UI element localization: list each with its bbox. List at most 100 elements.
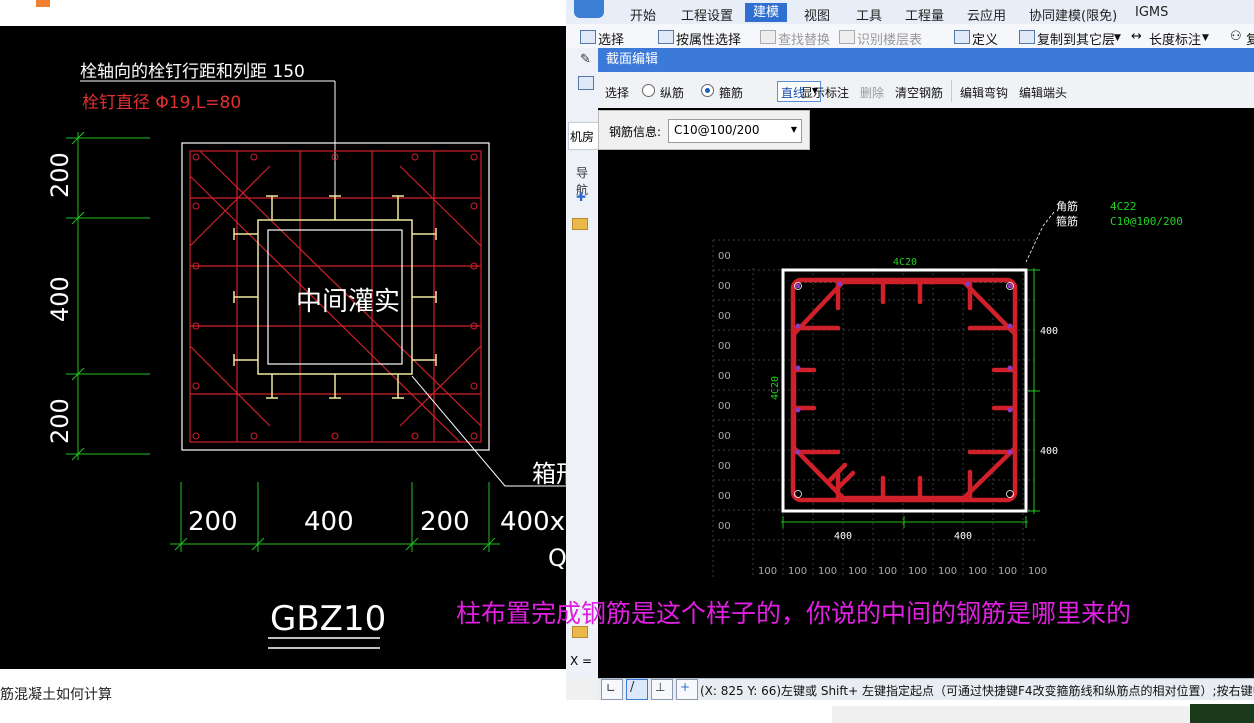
dim-left-mid: 400 [46,276,74,322]
grid-left-label: 00 [718,251,731,262]
stirrup-label[interactable]: 箍筋 [719,84,743,101]
dim-bottom-right: 400 [954,531,972,542]
chevron-down-icon: ▼ [790,125,797,134]
rebar-info-value: C10@100/200 [674,123,760,137]
find-replace-icon [760,30,776,44]
dashed-grid [712,239,1038,578]
section-canvas-svg[interactable]: 角筋 4C22 箍筋 C10@100/200 00 00 00 00 00 00… [598,108,1254,678]
legend-stirrup-value: C10@100/200 [1110,215,1183,228]
identify-floor-icon [839,30,855,44]
stirrup-radio[interactable] [701,84,714,97]
select-by-property-button[interactable]: 按属性选择 [676,29,741,48]
legend-corner-label: 角筋 [1056,199,1078,213]
tab-view[interactable]: 视图 [804,5,830,24]
more-icon[interactable]: ⚇ [1230,29,1242,44]
pen-icon[interactable]: ✎ [580,52,591,67]
grid-bottom-label: 100 [938,566,957,577]
legend-corner-value: 4C22 [1110,200,1137,213]
find-replace-button[interactable]: 查找替换 [778,29,830,48]
copy-to-other-layer-button[interactable]: 复制到其它层 [1037,29,1115,48]
dim-bottom-mid: 400 [304,507,354,537]
status-text: (X: 825 Y: 66)左键或 Shift+ 左键指定起点（可通过快捷键F4… [700,684,1254,698]
length-dim-icon: ↔ [1131,29,1142,44]
grid-bottom-label: 100 [998,566,1017,577]
note-spacing: 栓轴向的栓钉行距和列距 150 [80,62,305,82]
coord-x-label: X = [570,654,593,668]
show-dim-button[interactable]: 显示标注 [801,84,849,101]
left-rebar-label: 4C20 [770,376,781,400]
grid-bottom-label: 100 [788,566,807,577]
tab-igms[interactable]: IGMS [1135,5,1168,20]
longitudinal-label[interactable]: 纵筋 [660,84,684,101]
grid-bottom-label: 100 [968,566,987,577]
define-button[interactable]: 定义 [972,29,998,48]
dim-bottom-left: 200 [188,507,238,537]
dim-right-top: 400 [1040,326,1058,337]
rebar-points [795,281,1013,455]
overlay-annotation: 柱布置完成钢筋是这个样子的，你说的中间的钢筋是哪里来的 [456,599,1132,628]
grid-bottom-labels: 100 100 100 100 100 100 100 100 100 100 [758,566,1047,577]
dim-left-top: 200 [46,152,74,198]
tab-start[interactable]: 开始 [630,5,656,24]
tab-cloud[interactable]: 云应用 [967,5,1006,24]
grid-left-label: 00 [718,461,731,472]
tab-modeling[interactable]: 建模 [745,3,788,22]
app-logo-icon[interactable] [574,0,604,18]
delete-button[interactable]: 删除 [860,84,884,101]
define-icon [954,30,970,44]
select-icon [580,30,596,44]
rebar-info-label: 钢筋信息: [609,125,662,139]
top-rebar-label: 4C20 [893,257,917,268]
dialog-title: 截面编辑 [606,52,659,67]
grid-left-label: 00 [718,341,731,352]
bottom-caption[interactable]: 筋混凝土如何计算 [0,684,112,704]
dim-left-bottom: 200 [46,398,74,444]
badge-icon [36,0,50,7]
page-top-strip [0,0,566,26]
corner-thumbnail [1190,704,1254,723]
copy-dropdown-arrow-icon[interactable]: ▼ [1114,33,1121,43]
note-diameter: 栓钉直径 Φ19,L=80 [82,93,241,113]
right-cut-text-2: 400x4 [500,507,566,537]
clear-rebar-button[interactable]: 清空钢筋 [895,84,943,101]
folder-icon[interactable] [572,218,588,230]
left-dimension-lines [66,131,150,461]
edit-end-button[interactable]: 编辑端头 [1019,84,1067,101]
edit-hook-button[interactable]: 编辑弯钩 [960,84,1008,101]
more-button[interactable]: 复 [1246,29,1254,48]
identify-floor-button[interactable]: 识别楼层表 [857,29,922,48]
grid-left-label: 00 [718,491,731,502]
tab-quantity[interactable]: 工程量 [905,5,944,24]
grid-left-labels: 00 00 00 00 00 00 00 00 00 00 [718,251,731,532]
property-select-icon [658,30,674,44]
grid-left-label: 00 [718,371,731,382]
select-button[interactable]: 选择 [598,29,624,48]
cad-drawing-image: 栓轴向的栓钉行距和列距 150 栓钉直径 Φ19,L=80 中间灌实 200 4… [0,26,582,669]
side-label-room[interactable]: 机房 [570,128,594,145]
rebar-info-select[interactable]: C10@100/200 ▼ [668,119,802,143]
grid-icon[interactable] [578,76,594,90]
right-cut-text-3: Q [548,544,566,572]
dialog-select-button[interactable]: 选择 [605,84,629,101]
grid-left-label: 00 [718,431,731,442]
center-label: 中间灌实 [296,287,400,317]
tab-collab-modeling[interactable]: 协同建模(限免) [1029,5,1117,24]
tab-tools[interactable]: 工具 [856,5,882,24]
add-icon[interactable]: ✚ [576,190,586,204]
grid-left-label: 00 [718,281,731,292]
grid-bottom-label: 100 [908,566,927,577]
grid-left-label: 00 [718,311,731,322]
lower-page-strip [566,700,1254,723]
dim-right-bottom: 400 [1040,446,1058,457]
tab-project-settings[interactable]: 工程设置 [681,5,733,24]
dialog-titlebar[interactable]: 截面编辑 [598,48,1254,72]
dim-bottom-left: 400 [834,531,852,542]
grid-bottom-label: 100 [818,566,837,577]
length-dim-button[interactable]: 长度标注 [1149,29,1201,48]
longitudinal-radio[interactable] [642,84,655,97]
corner-glyph-icon: ∟ [606,681,617,695]
section-canvas[interactable]: 角筋 4C22 箍筋 C10@100/200 00 00 00 00 00 00… [598,108,1254,678]
perp-glyph-icon: ⊥ [655,680,666,694]
slash-glyph-icon: / [630,680,635,695]
length-dropdown-arrow-icon[interactable]: ▼ [1202,33,1209,43]
